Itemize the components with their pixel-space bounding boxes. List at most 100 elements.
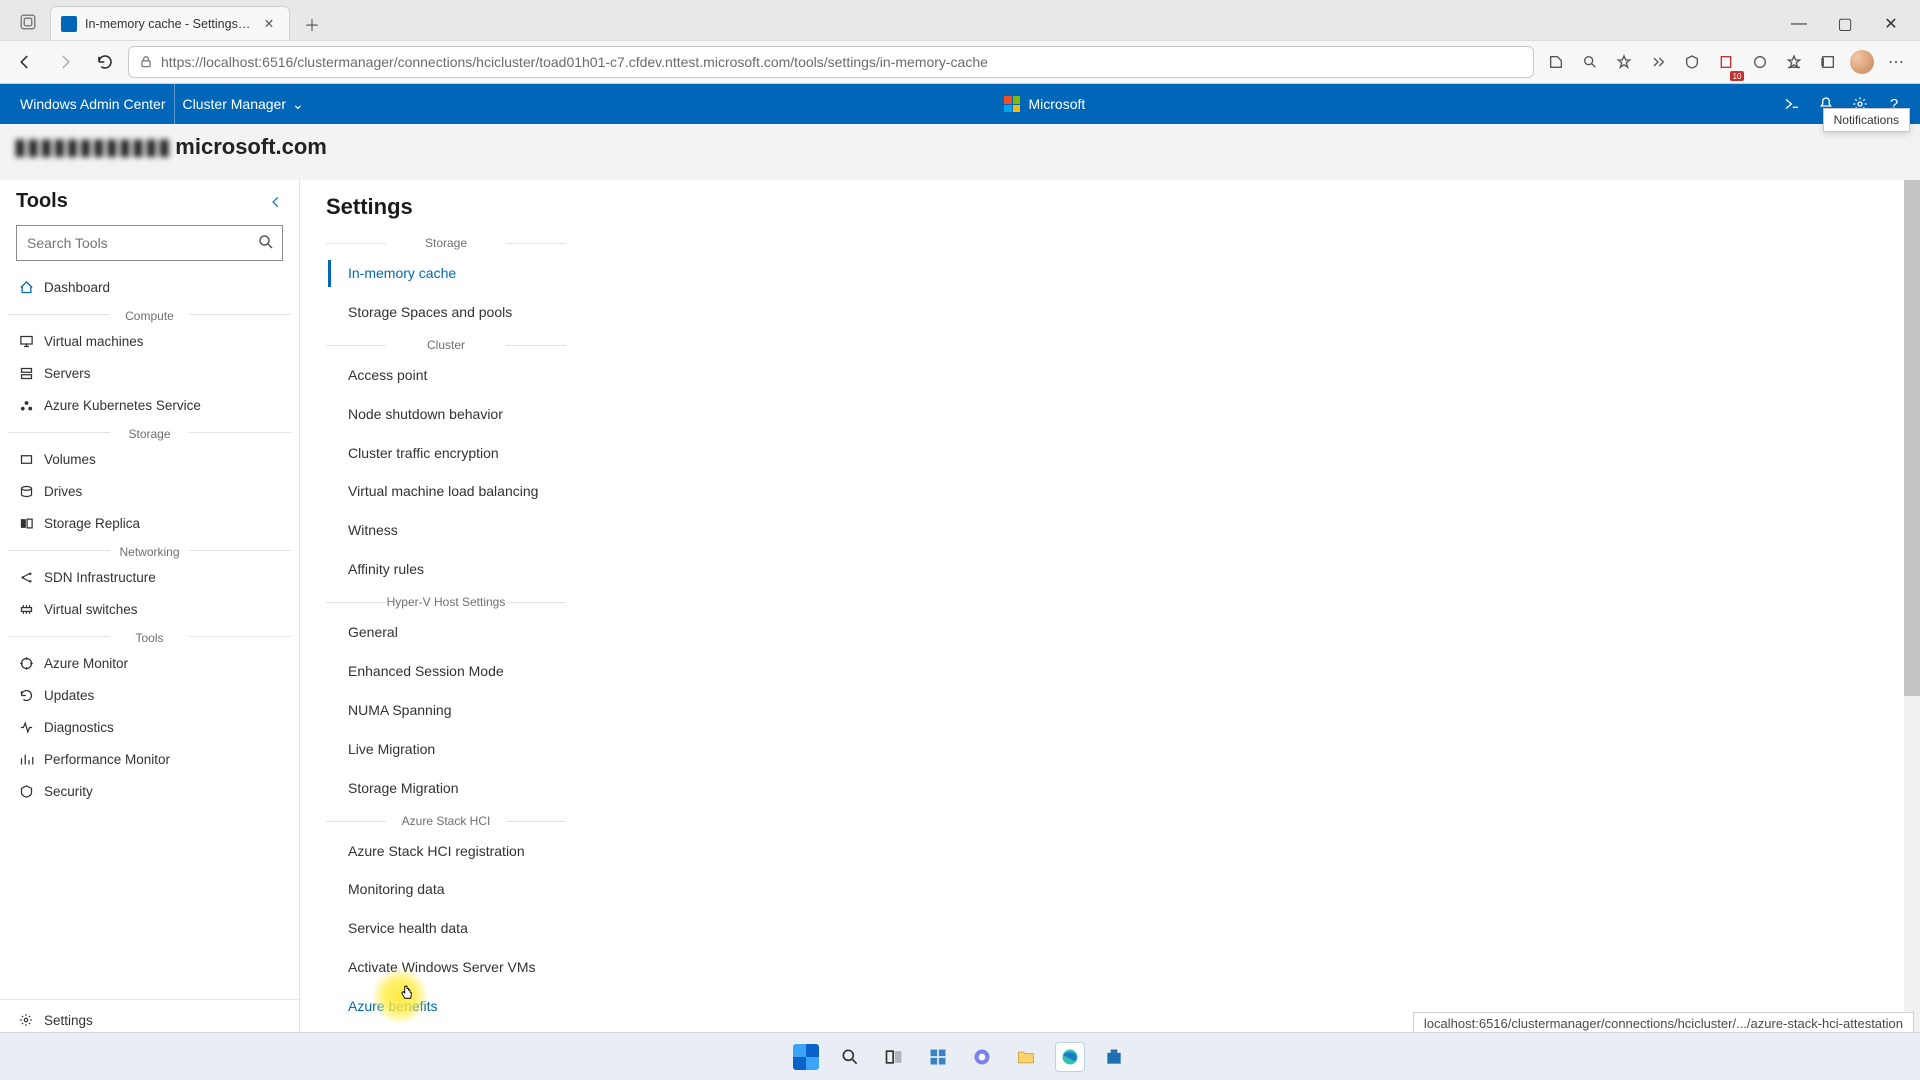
sidebar-item-label: Storage Replica [44, 516, 140, 531]
settings-nav-item[interactable]: Azure Stack HCI registration [326, 832, 576, 871]
sidebar-item-perfmon[interactable]: Performance Monitor [0, 743, 299, 775]
tools-search-input[interactable] [16, 225, 283, 261]
aks-icon [18, 397, 34, 413]
browser-menu-button[interactable]: ⋯ [1880, 45, 1912, 79]
taskbar-chat-button[interactable] [967, 1042, 997, 1072]
settings-section-label: Azure Stack HCI [326, 814, 566, 828]
sidebar-item-virtual-machines[interactable]: Virtual machines [0, 325, 299, 357]
sdn-icon [18, 569, 34, 585]
volumes-icon [18, 451, 34, 467]
extensions-overflow-button[interactable] [1642, 45, 1674, 79]
settings-section-label: Cluster [326, 338, 566, 352]
window-minimize-button[interactable]: — [1776, 8, 1822, 40]
sidebar-group-label: Tools [0, 625, 299, 647]
sidebar-item-volumes[interactable]: Volumes [0, 443, 299, 475]
favorites-bar-button[interactable] [1778, 45, 1810, 79]
collections-button[interactable] [1676, 45, 1708, 79]
sidebar-item-label: Dashboard [44, 280, 110, 295]
window-close-button[interactable]: ✕ [1868, 8, 1914, 40]
settings-nav-item[interactable]: Virtual machine load balancing [326, 472, 576, 511]
new-tab-button[interactable]: ＋ [296, 8, 328, 40]
url-text: https://localhost:6516/clustermanager/co… [161, 54, 988, 70]
powershell-button[interactable] [1778, 90, 1806, 118]
sidebar-item-servers[interactable]: Servers [0, 357, 299, 389]
nav-back-button[interactable] [8, 45, 42, 79]
sidebar-group-label: Networking [0, 539, 299, 561]
tools-sidebar-title: Tools [16, 190, 68, 213]
wac-home-link[interactable]: Windows Admin Center [12, 84, 175, 124]
sidebar-item-vswitches[interactable]: Virtual switches [0, 593, 299, 625]
sidebar-item-aks[interactable]: Azure Kubernetes Service [0, 389, 299, 421]
history-button[interactable] [1812, 45, 1844, 79]
azure-monitor-icon [18, 655, 34, 671]
sidebar-item-sdn[interactable]: SDN Infrastructure [0, 561, 299, 593]
wac-context-label: Cluster Manager [183, 96, 287, 112]
tab-actions-button[interactable] [6, 4, 50, 40]
perfmon-icon [18, 751, 34, 767]
settings-nav-item[interactable]: NUMA Spanning [326, 691, 576, 730]
sidebar-item-label: SDN Infrastructure [44, 570, 156, 585]
nav-forward-button[interactable] [48, 45, 82, 79]
settings-nav-item[interactable]: Service health data [326, 909, 576, 948]
profile-button[interactable] [1846, 45, 1878, 79]
settings-nav-item[interactable]: In-memory cache [326, 254, 576, 293]
window-controls: — ▢ ✕ [1776, 8, 1914, 40]
settings-nav-item[interactable]: Node shutdown behavior [326, 395, 576, 434]
browser-chrome: In-memory cache - Settings - Clu ✕ ＋ — ▢… [0, 0, 1920, 84]
settings-nav-item[interactable]: Storage Spaces and pools [326, 293, 576, 332]
settings-nav-item[interactable]: Monitoring data [326, 870, 576, 909]
settings-nav-item[interactable]: Cluster traffic encryption [326, 434, 576, 473]
sidebar-item-dashboard[interactable]: Dashboard [0, 271, 299, 303]
settings-nav-item[interactable]: General [326, 613, 576, 652]
sidebar-item-security[interactable]: Security [0, 775, 299, 807]
task-view-button[interactable] [879, 1042, 909, 1072]
taskbar-edge-button[interactable] [1055, 1042, 1085, 1072]
taskbar-search-button[interactable] [835, 1042, 865, 1072]
wac-context-dropdown[interactable]: Cluster Manager ⌄ [175, 84, 312, 124]
ms-brand: Microsoft [1004, 96, 1085, 112]
page-title: Settings [326, 190, 1920, 230]
taskbar-store-button[interactable] [1099, 1042, 1129, 1072]
nav-refresh-button[interactable] [88, 45, 122, 79]
settings-nav-item[interactable]: Live Migration [326, 730, 576, 769]
gear-icon [18, 1012, 34, 1028]
sidebar-item-updates[interactable]: Updates [0, 679, 299, 711]
tools-sidebar: Tools DashboardComputeVirtual machinesSe… [0, 180, 300, 1040]
settings-nav-item[interactable]: Witness [326, 511, 576, 550]
settings-nav-item[interactable]: Enhanced Session Mode [326, 652, 576, 691]
drives-icon [18, 483, 34, 499]
downloads-button[interactable] [1710, 45, 1742, 79]
sidebar-collapse-button[interactable] [269, 195, 283, 209]
favicon-icon [61, 16, 77, 32]
extension-button[interactable] [1744, 45, 1776, 79]
window-maximize-button[interactable]: ▢ [1822, 8, 1868, 40]
sidebar-item-diagnostics[interactable]: Diagnostics [0, 711, 299, 743]
read-aloud-button[interactable] [1540, 45, 1572, 79]
sidebar-item-label: Virtual machines [44, 334, 144, 349]
sidebar-item-label: Updates [44, 688, 94, 703]
storage-replica-icon [18, 515, 34, 531]
wac-header: Windows Admin Center Cluster Manager ⌄ M… [0, 84, 1920, 124]
taskbar-explorer-button[interactable] [1011, 1042, 1041, 1072]
taskbar-widgets-button[interactable] [923, 1042, 953, 1072]
zoom-button[interactable] [1574, 45, 1606, 79]
settings-nav-item[interactable]: Azure benefits [326, 987, 576, 1026]
sidebar-item-storage-replica[interactable]: Storage Replica [0, 507, 299, 539]
favorite-button[interactable] [1608, 45, 1640, 79]
start-button[interactable] [791, 1042, 821, 1072]
content-scrollbar[interactable] [1904, 180, 1920, 1040]
settings-nav-item[interactable]: Access point [326, 356, 576, 395]
microsoft-logo-icon [1004, 96, 1020, 112]
settings-navigation: StorageIn-memory cacheStorage Spaces and… [326, 236, 576, 1026]
address-bar[interactable]: https://localhost:6516/clustermanager/co… [128, 46, 1534, 78]
browser-tab[interactable]: In-memory cache - Settings - Clu ✕ [50, 6, 290, 40]
vswitches-icon [18, 601, 34, 617]
sidebar-item-drives[interactable]: Drives [0, 475, 299, 507]
sidebar-item-azure-monitor[interactable]: Azure Monitor [0, 647, 299, 679]
tab-close-button[interactable]: ✕ [261, 16, 277, 32]
virtual-machines-icon [18, 333, 34, 349]
sidebar-item-label: Diagnostics [44, 720, 114, 735]
settings-nav-item[interactable]: Affinity rules [326, 550, 576, 589]
settings-nav-item[interactable]: Storage Migration [326, 769, 576, 808]
settings-nav-item[interactable]: Activate Windows Server VMs [326, 948, 576, 987]
